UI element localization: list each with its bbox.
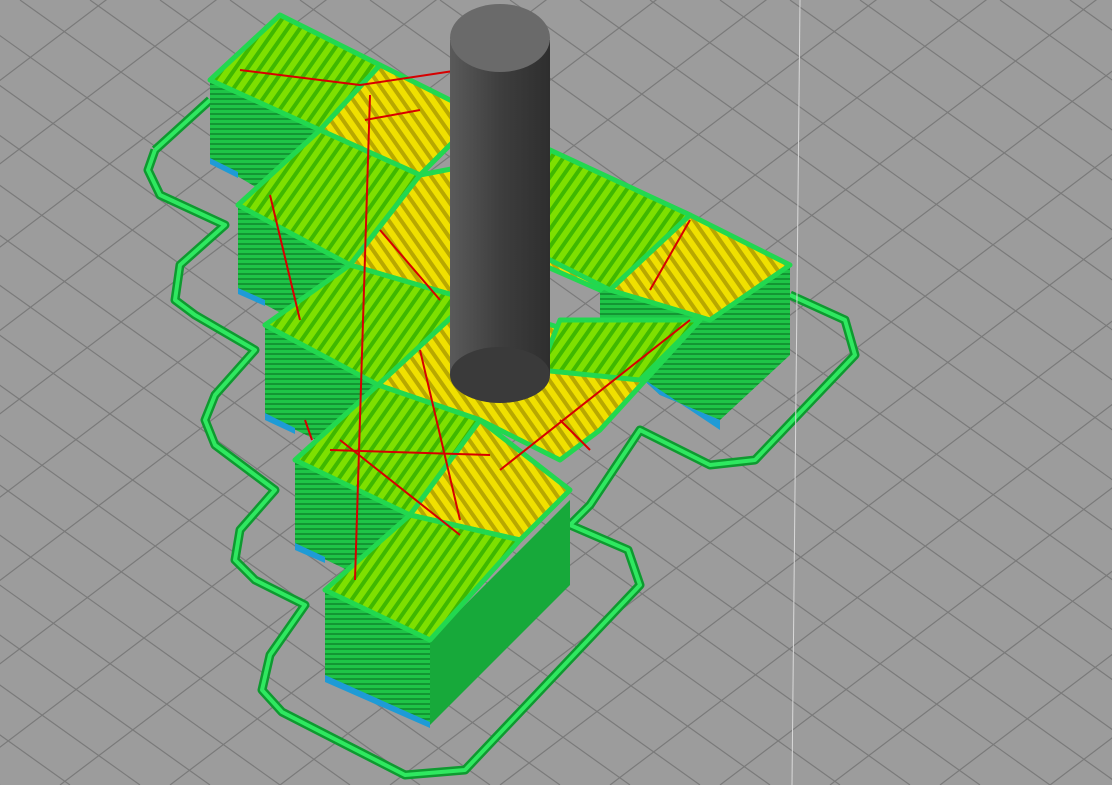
grid-line	[0, 0, 150, 785]
grid-line	[719, 0, 1112, 281]
grid-line	[0, 684, 141, 785]
gcode-preview-viewport[interactable]	[0, 0, 1112, 785]
grid-line	[789, 0, 1112, 231]
grid-line	[829, 570, 1112, 785]
grid-line	[1069, 0, 1112, 31]
grid-line	[929, 0, 1112, 131]
nozzle-icon	[450, 4, 550, 403]
toolpath-scene[interactable]	[0, 0, 1112, 785]
grid-line	[719, 487, 1112, 785]
grid-line	[0, 0, 40, 785]
